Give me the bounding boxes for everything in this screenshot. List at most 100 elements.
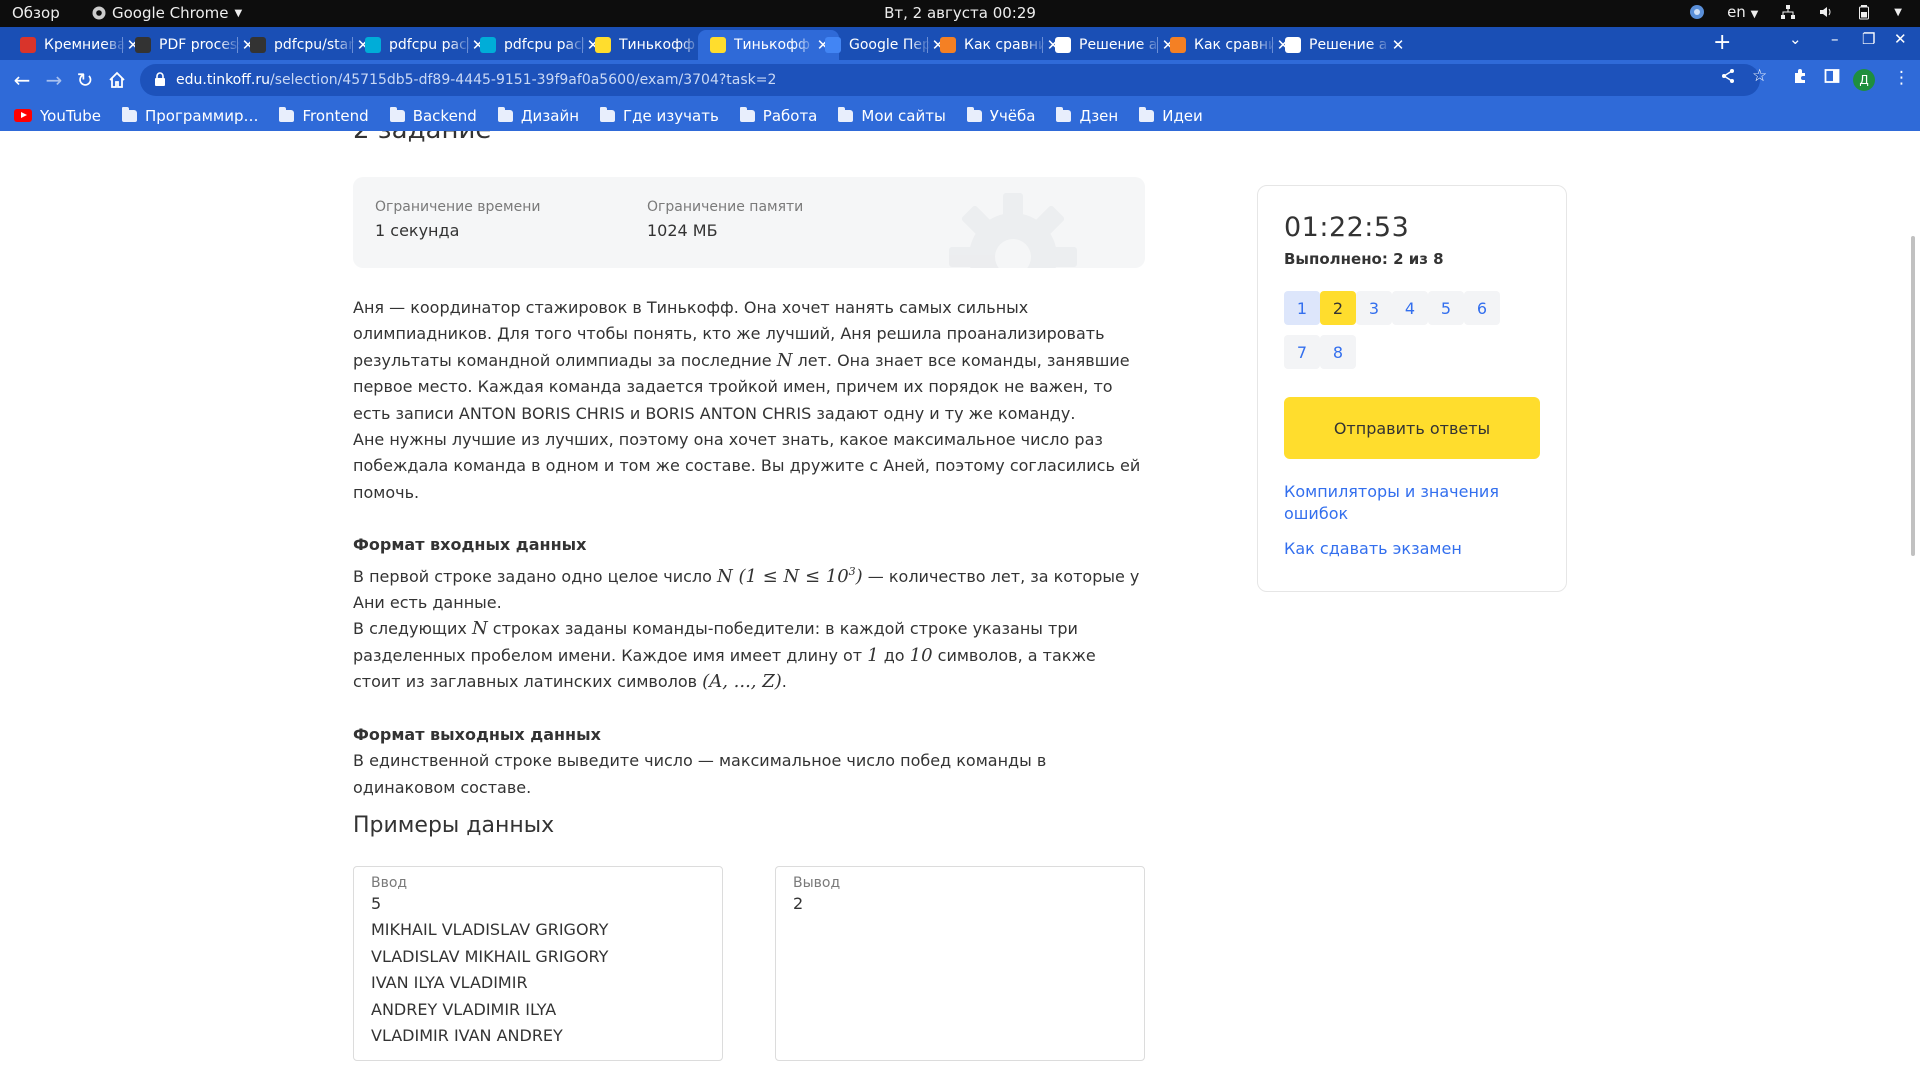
folder-icon	[1139, 106, 1155, 122]
home-icon[interactable]	[105, 68, 129, 92]
github-icon	[250, 37, 266, 53]
bookmark-label: Дизайн	[520, 106, 580, 125]
translate-icon	[825, 37, 841, 53]
task-button[interactable]: 5	[1428, 291, 1464, 325]
bookmark-item[interactable]: Frontend	[279, 106, 369, 125]
statement-paragraph-1: Аня — координатор стажировок в Тинькофф.…	[353, 295, 1143, 427]
system-clock[interactable]: Вт, 2 августа 00:29	[884, 4, 1036, 22]
memory-limit-value: 1024 МБ	[647, 221, 718, 240]
system-tray[interactable]: en ▼ ▼	[1689, 3, 1902, 21]
task-button[interactable]: 8	[1320, 335, 1356, 369]
network-icon	[1781, 5, 1796, 19]
example-input-line: 5	[371, 894, 382, 913]
example-input-box[interactable]: Ввод 5 MIKHAIL VLADISLAV GRIGORY VLADISLAV…	[353, 866, 723, 1061]
math-variable: N	[776, 349, 793, 371]
example-input-content: 5 MIKHAIL VLADISLAV GRIGORY VLADISLAV MIKH…	[371, 891, 705, 1049]
bookmark-label: Frontend	[302, 106, 369, 125]
chevron-down-icon: ▼	[234, 7, 243, 19]
statement-text: В первой строке задано одно целое число	[353, 566, 718, 586]
bookmark-label: Идеи	[1162, 106, 1203, 125]
task-button[interactable]: 2	[1320, 291, 1356, 325]
bookmark-item[interactable]: Дзен	[1056, 106, 1118, 125]
reload-icon[interactable]: ↻	[73, 68, 97, 92]
keyboard-layout-label: en	[1727, 3, 1746, 21]
share-icon[interactable]	[1720, 68, 1736, 89]
bookmark-label: Учёба	[989, 106, 1036, 125]
browser-tab[interactable]: Решение а ✕	[1273, 30, 1414, 60]
statement-text: до	[878, 645, 910, 665]
task-button[interactable]: 3	[1356, 291, 1392, 325]
extensions-icon[interactable]	[1792, 68, 1808, 89]
bookmark-label: Работа	[762, 106, 818, 125]
task-button[interactable]: 7	[1284, 335, 1320, 369]
menu-kebab-icon[interactable]: ⋮	[1893, 68, 1910, 88]
statement-text: В следующих	[353, 619, 472, 639]
progress-text: Выполнено: 2 из 8	[1284, 250, 1444, 268]
side-panel-icon[interactable]	[1824, 68, 1840, 89]
close-tab-icon[interactable]: ✕	[1390, 36, 1406, 54]
bookmark-item[interactable]: Идеи	[1139, 106, 1203, 125]
globe-icon	[1285, 37, 1301, 53]
activities-button[interactable]: Обзор	[12, 4, 60, 22]
url-host: edu.tinkoff.ru	[176, 72, 270, 88]
bookmark-item[interactable]: Дизайн	[497, 106, 580, 125]
task-button[interactable]: 1	[1284, 291, 1320, 325]
how-to-take-exam-link[interactable]: Как сдавать экзамен	[1284, 538, 1504, 560]
example-output-box[interactable]: Вывод 2	[775, 866, 1145, 1061]
app-indicator-icon[interactable]	[1689, 4, 1705, 20]
lock-icon[interactable]	[154, 72, 166, 87]
tab-title: pdfcpu package	[389, 37, 470, 53]
tab-title: Тинькофф	[619, 37, 696, 53]
back-arrow-icon[interactable]: ←	[10, 68, 34, 92]
system-menu-chevron-icon[interactable]: ▼	[1894, 7, 1902, 18]
tab-title: Как сравнить	[964, 37, 1045, 53]
app-menu[interactable]: Google Chrome ▼	[92, 4, 242, 22]
examples-title: Примеры данных	[353, 813, 555, 838]
bookmark-star-icon[interactable]: ☆	[1752, 66, 1767, 86]
submit-answers-button[interactable]: Отправить ответы	[1284, 397, 1540, 459]
battery-icon	[1859, 5, 1870, 20]
math-exponent: 3	[848, 564, 856, 578]
youtube-icon	[14, 109, 32, 122]
new-tab-button[interactable]: +	[1713, 32, 1731, 54]
tab-search-chevron-icon[interactable]: ⌄	[1789, 30, 1802, 48]
bookmark-label: Мои сайты	[861, 106, 946, 125]
scrollbar-thumb[interactable]	[1911, 236, 1915, 556]
close-window-icon[interactable]: ✕	[1894, 30, 1907, 48]
bookmark-label: YouTube	[40, 106, 101, 125]
tab-title: Как сравнить	[1194, 37, 1275, 53]
forward-arrow-icon[interactable]: →	[42, 68, 66, 92]
bookmark-item[interactable]: Программир…	[122, 106, 258, 125]
profile-avatar[interactable]: Д	[1853, 69, 1875, 91]
example-output-content: 2	[793, 891, 1127, 917]
bookmark-item[interactable]: Где изучать	[600, 106, 719, 125]
tab-title: Тинькофф	[734, 37, 811, 53]
bookmark-item[interactable]: YouTube	[14, 107, 101, 125]
math-range: (A, ..., Z)	[702, 671, 782, 693]
tab-strip: Кремниевая✕PDF processing✕pdfcpu/stamp✕p…	[0, 27, 1920, 60]
bookmark-item[interactable]: Учёба	[966, 106, 1036, 125]
time-limit-value: 1 секунда	[375, 221, 460, 240]
keyboard-layout-indicator[interactable]: en ▼	[1727, 3, 1758, 21]
time-limit-label: Ограничение времени	[375, 199, 541, 215]
math-constraint-body: N (1 ≤ N ≤ 10	[717, 565, 849, 587]
tab-title: Решение а	[1079, 37, 1158, 53]
input-format-line-2: В следующих N строках заданы команды-поб…	[353, 616, 1143, 695]
compilers-errors-link[interactable]: Компиляторы и значения ошибок	[1284, 481, 1504, 525]
bookmark-item[interactable]: Backend	[389, 106, 477, 125]
limits-panel: Ограничение времени 1 секунда Ограничени…	[353, 177, 1145, 268]
memory-limit-label: Ограничение памяти	[647, 199, 804, 215]
minimize-icon[interactable]: –	[1831, 30, 1839, 48]
math-number: 1	[867, 644, 879, 666]
folder-icon	[279, 106, 295, 122]
go-package-icon	[480, 37, 496, 53]
bookmark-item[interactable]: Работа	[739, 106, 818, 125]
task-button[interactable]: 6	[1464, 291, 1500, 325]
task-button[interactable]: 4	[1392, 291, 1428, 325]
bookmark-item[interactable]: Мои сайты	[838, 106, 946, 125]
address-bar[interactable]: edu.tinkoff.ru/selection/45715db5-df89-4…	[140, 64, 1760, 96]
maximize-icon[interactable]: ❐	[1862, 30, 1875, 48]
folder-icon	[600, 106, 616, 122]
task-statement: Аня — координатор стажировок в Тинькофф.…	[353, 295, 1143, 801]
folder-icon	[1056, 106, 1072, 122]
